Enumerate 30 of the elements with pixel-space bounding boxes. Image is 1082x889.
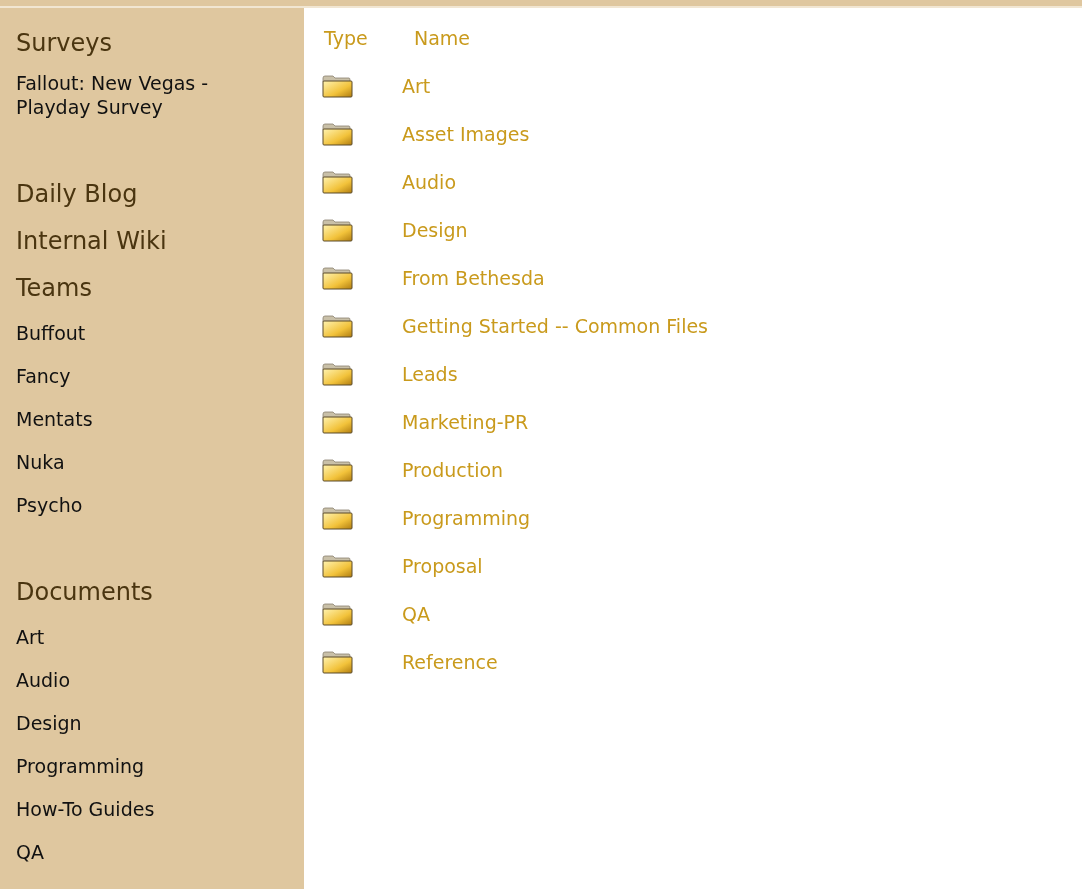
sidebar-heading[interactable]: Documents	[16, 569, 304, 616]
sidebar-link[interactable]: Art	[16, 616, 304, 659]
sidebar-heading[interactable]: Surveys	[16, 20, 304, 67]
sidebar-link[interactable]: Design	[16, 702, 304, 745]
folder-icon	[322, 218, 353, 242]
sidebar-link[interactable]: Audio	[16, 659, 304, 702]
folder-icon	[322, 170, 353, 194]
sidebar-heading[interactable]: Internal Wiki	[16, 218, 304, 265]
sidebar-heading[interactable]: Daily Blog	[16, 171, 304, 218]
folder-icon	[322, 266, 353, 290]
sidebar-link[interactable]: QA	[16, 831, 304, 874]
sidebar-link[interactable]: Mentats	[16, 398, 304, 441]
sidebar-link[interactable]: Psycho	[16, 484, 304, 527]
sidebar-link[interactable]: How-To Guides	[16, 788, 304, 831]
sidebar-link[interactable]: Buffout	[16, 312, 304, 355]
folder-icon	[322, 650, 353, 674]
sidebar-link[interactable]: Fallout: New Vegas - Playday Survey	[16, 71, 266, 119]
folder-icon	[322, 410, 353, 434]
sidebar-heading[interactable]: Teams	[16, 265, 304, 312]
folder-icon	[322, 314, 353, 338]
sidebar-link[interactable]: Programming	[16, 745, 304, 788]
folder-icon	[322, 602, 353, 626]
folder-icon	[322, 554, 353, 578]
folder-icon	[322, 362, 353, 386]
folder-icon	[322, 74, 353, 98]
sidebar-link[interactable]: Fancy	[16, 355, 304, 398]
folder-icon	[322, 506, 353, 530]
sidebar-link[interactable]: Nuka	[16, 441, 304, 484]
folder-icon	[322, 122, 353, 146]
folder-icon	[322, 458, 353, 482]
